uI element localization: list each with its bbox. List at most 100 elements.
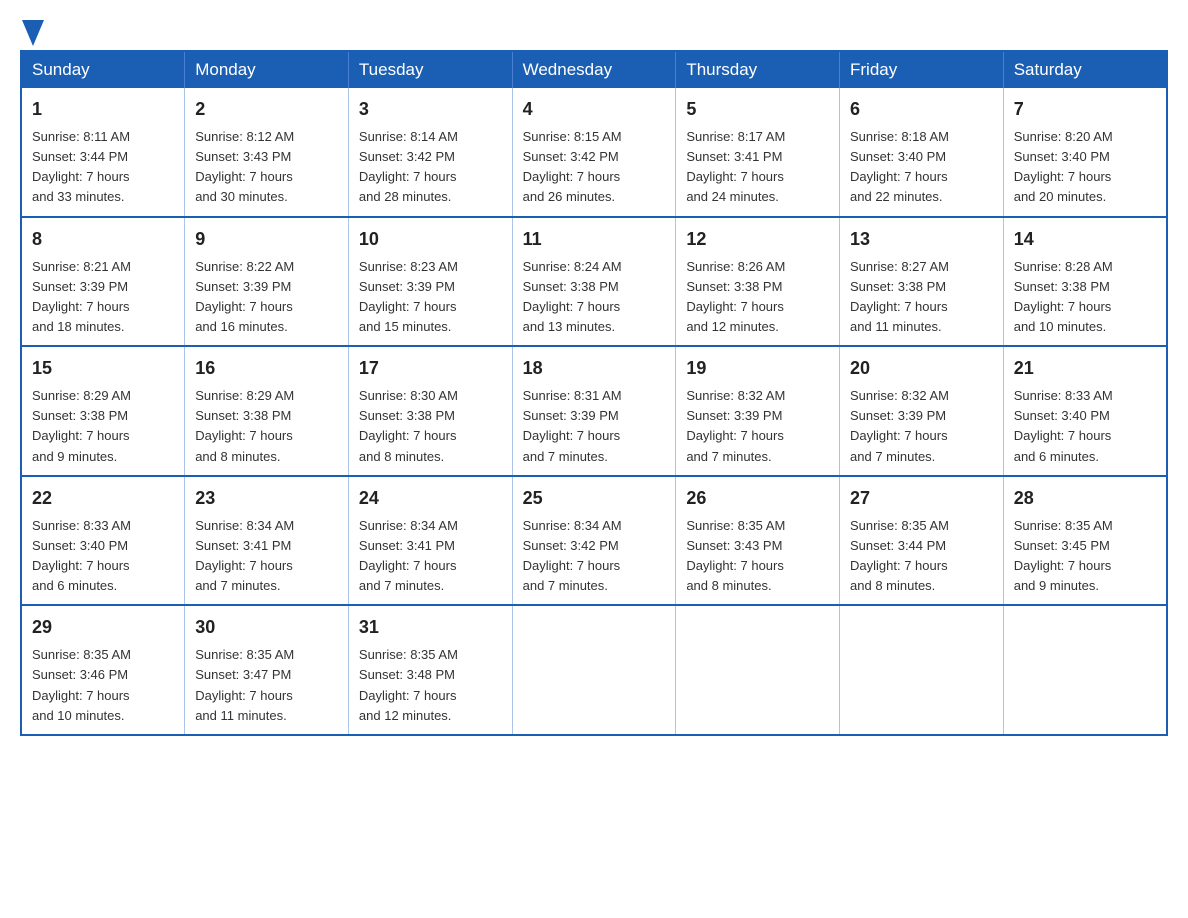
calendar-cell: 2 Sunrise: 8:12 AM Sunset: 3:43 PM Daylig…	[185, 88, 349, 217]
day-info: Sunrise: 8:35 AM Sunset: 3:48 PM Dayligh…	[359, 645, 502, 726]
day-number: 28	[1014, 485, 1156, 512]
calendar-cell: 31 Sunrise: 8:35 AM Sunset: 3:48 PM Dayli…	[348, 605, 512, 735]
day-number: 17	[359, 355, 502, 382]
day-number: 29	[32, 614, 174, 641]
weekday-header-wednesday: Wednesday	[512, 51, 676, 88]
calendar-cell	[512, 605, 676, 735]
day-number: 25	[523, 485, 666, 512]
day-info: Sunrise: 8:27 AM Sunset: 3:38 PM Dayligh…	[850, 257, 993, 338]
calendar-cell: 8 Sunrise: 8:21 AM Sunset: 3:39 PM Daylig…	[21, 217, 185, 347]
calendar-cell: 28 Sunrise: 8:35 AM Sunset: 3:45 PM Dayli…	[1003, 476, 1167, 606]
day-number: 26	[686, 485, 829, 512]
day-number: 27	[850, 485, 993, 512]
day-info: Sunrise: 8:28 AM Sunset: 3:38 PM Dayligh…	[1014, 257, 1156, 338]
day-info: Sunrise: 8:35 AM Sunset: 3:47 PM Dayligh…	[195, 645, 338, 726]
calendar-cell	[1003, 605, 1167, 735]
day-info: Sunrise: 8:17 AM Sunset: 3:41 PM Dayligh…	[686, 127, 829, 208]
day-number: 19	[686, 355, 829, 382]
day-info: Sunrise: 8:34 AM Sunset: 3:41 PM Dayligh…	[359, 516, 502, 597]
calendar-cell: 29 Sunrise: 8:35 AM Sunset: 3:46 PM Dayli…	[21, 605, 185, 735]
day-info: Sunrise: 8:18 AM Sunset: 3:40 PM Dayligh…	[850, 127, 993, 208]
calendar-cell: 11Sunrise: 8:24 AM Sunset: 3:38 PM Dayli…	[512, 217, 676, 347]
day-number: 9	[195, 226, 338, 253]
day-info: Sunrise: 8:35 AM Sunset: 3:45 PM Dayligh…	[1014, 516, 1156, 597]
day-number: 4	[523, 96, 666, 123]
calendar-week-row: 29 Sunrise: 8:35 AM Sunset: 3:46 PM Dayli…	[21, 605, 1167, 735]
weekday-header-friday: Friday	[840, 51, 1004, 88]
day-number: 15	[32, 355, 174, 382]
day-info: Sunrise: 8:30 AM Sunset: 3:38 PM Dayligh…	[359, 386, 502, 467]
day-number: 12	[686, 226, 829, 253]
calendar-table: SundayMondayTuesdayWednesdayThursdayFrid…	[20, 50, 1168, 736]
calendar-cell: 19 Sunrise: 8:32 AM Sunset: 3:39 PM Dayli…	[676, 346, 840, 476]
day-info: Sunrise: 8:15 AM Sunset: 3:42 PM Dayligh…	[523, 127, 666, 208]
day-info: Sunrise: 8:12 AM Sunset: 3:43 PM Dayligh…	[195, 127, 338, 208]
calendar-cell: 3 Sunrise: 8:14 AM Sunset: 3:42 PM Daylig…	[348, 88, 512, 217]
day-info: Sunrise: 8:29 AM Sunset: 3:38 PM Dayligh…	[195, 386, 338, 467]
day-number: 14	[1014, 226, 1156, 253]
day-number: 3	[359, 96, 502, 123]
day-info: Sunrise: 8:31 AM Sunset: 3:39 PM Dayligh…	[523, 386, 666, 467]
day-info: Sunrise: 8:26 AM Sunset: 3:38 PM Dayligh…	[686, 257, 829, 338]
day-info: Sunrise: 8:22 AM Sunset: 3:39 PM Dayligh…	[195, 257, 338, 338]
day-number: 2	[195, 96, 338, 123]
day-number: 22	[32, 485, 174, 512]
calendar-cell: 17 Sunrise: 8:30 AM Sunset: 3:38 PM Dayli…	[348, 346, 512, 476]
calendar-cell: 4 Sunrise: 8:15 AM Sunset: 3:42 PM Daylig…	[512, 88, 676, 217]
calendar-cell: 10 Sunrise: 8:23 AM Sunset: 3:39 PM Dayli…	[348, 217, 512, 347]
page-header	[20, 20, 1168, 40]
calendar-cell: 15Sunrise: 8:29 AM Sunset: 3:38 PM Dayli…	[21, 346, 185, 476]
calendar-cell: 26 Sunrise: 8:35 AM Sunset: 3:43 PM Dayli…	[676, 476, 840, 606]
calendar-cell: 27 Sunrise: 8:35 AM Sunset: 3:44 PM Dayli…	[840, 476, 1004, 606]
weekday-header-tuesday: Tuesday	[348, 51, 512, 88]
day-number: 24	[359, 485, 502, 512]
day-info: Sunrise: 8:34 AM Sunset: 3:41 PM Dayligh…	[195, 516, 338, 597]
weekday-header-saturday: Saturday	[1003, 51, 1167, 88]
day-info: Sunrise: 8:11 AM Sunset: 3:44 PM Dayligh…	[32, 127, 174, 208]
calendar-cell: 7Sunrise: 8:20 AM Sunset: 3:40 PM Daylig…	[1003, 88, 1167, 217]
day-info: Sunrise: 8:34 AM Sunset: 3:42 PM Dayligh…	[523, 516, 666, 597]
day-info: Sunrise: 8:23 AM Sunset: 3:39 PM Dayligh…	[359, 257, 502, 338]
day-info: Sunrise: 8:35 AM Sunset: 3:44 PM Dayligh…	[850, 516, 993, 597]
weekday-header-monday: Monday	[185, 51, 349, 88]
calendar-cell: 12 Sunrise: 8:26 AM Sunset: 3:38 PM Dayli…	[676, 217, 840, 347]
day-number: 21	[1014, 355, 1156, 382]
day-number: 13	[850, 226, 993, 253]
calendar-cell: 25 Sunrise: 8:34 AM Sunset: 3:42 PM Dayli…	[512, 476, 676, 606]
calendar-cell: 22 Sunrise: 8:33 AM Sunset: 3:40 PM Dayli…	[21, 476, 185, 606]
day-number: 16	[195, 355, 338, 382]
day-info: Sunrise: 8:21 AM Sunset: 3:39 PM Dayligh…	[32, 257, 174, 338]
day-info: Sunrise: 8:35 AM Sunset: 3:43 PM Dayligh…	[686, 516, 829, 597]
day-number: 31	[359, 614, 502, 641]
calendar-cell: 1 Sunrise: 8:11 AM Sunset: 3:44 PM Daylig…	[21, 88, 185, 217]
calendar-cell: 13 Sunrise: 8:27 AM Sunset: 3:38 PM Dayli…	[840, 217, 1004, 347]
calendar-cell	[840, 605, 1004, 735]
day-number: 6	[850, 96, 993, 123]
day-number: 1	[32, 96, 174, 123]
calendar-cell: 16 Sunrise: 8:29 AM Sunset: 3:38 PM Dayli…	[185, 346, 349, 476]
day-number: 5	[686, 96, 829, 123]
calendar-week-row: 22 Sunrise: 8:33 AM Sunset: 3:40 PM Dayli…	[21, 476, 1167, 606]
day-info: Sunrise: 8:35 AM Sunset: 3:46 PM Dayligh…	[32, 645, 174, 726]
calendar-cell: 5 Sunrise: 8:17 AM Sunset: 3:41 PM Daylig…	[676, 88, 840, 217]
day-info: Sunrise: 8:33 AM Sunset: 3:40 PM Dayligh…	[32, 516, 174, 597]
day-number: 10	[359, 226, 502, 253]
day-number: 7	[1014, 96, 1156, 123]
calendar-cell: 20Sunrise: 8:32 AM Sunset: 3:39 PM Dayli…	[840, 346, 1004, 476]
day-number: 8	[32, 226, 174, 253]
calendar-cell	[676, 605, 840, 735]
day-info: Sunrise: 8:32 AM Sunset: 3:39 PM Dayligh…	[686, 386, 829, 467]
weekday-header-thursday: Thursday	[676, 51, 840, 88]
calendar-cell: 6 Sunrise: 8:18 AM Sunset: 3:40 PM Daylig…	[840, 88, 1004, 217]
calendar-cell: 18Sunrise: 8:31 AM Sunset: 3:39 PM Dayli…	[512, 346, 676, 476]
calendar-week-row: 8 Sunrise: 8:21 AM Sunset: 3:39 PM Daylig…	[21, 217, 1167, 347]
day-number: 11	[523, 226, 666, 253]
calendar-cell: 21 Sunrise: 8:33 AM Sunset: 3:40 PM Dayli…	[1003, 346, 1167, 476]
day-info: Sunrise: 8:14 AM Sunset: 3:42 PM Dayligh…	[359, 127, 502, 208]
weekday-header-sunday: Sunday	[21, 51, 185, 88]
calendar-cell: 9 Sunrise: 8:22 AM Sunset: 3:39 PM Daylig…	[185, 217, 349, 347]
day-number: 23	[195, 485, 338, 512]
calendar-cell: 30Sunrise: 8:35 AM Sunset: 3:47 PM Dayli…	[185, 605, 349, 735]
day-info: Sunrise: 8:33 AM Sunset: 3:40 PM Dayligh…	[1014, 386, 1156, 467]
calendar-week-row: 1 Sunrise: 8:11 AM Sunset: 3:44 PM Daylig…	[21, 88, 1167, 217]
